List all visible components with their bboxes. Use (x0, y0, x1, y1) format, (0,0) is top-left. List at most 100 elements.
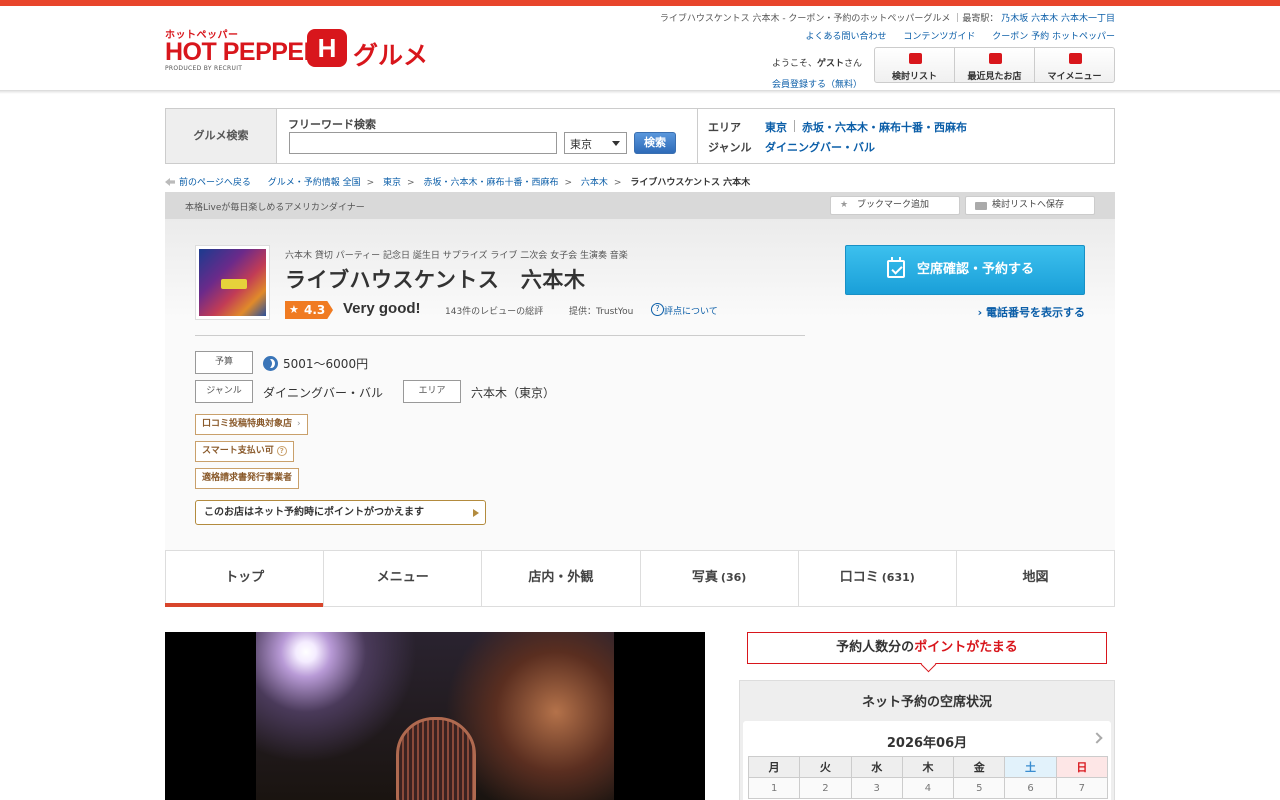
shop-main-photo[interactable] (165, 632, 705, 800)
breadcrumb-item[interactable]: 六本木 (581, 178, 608, 188)
calendar-table: 月 火 水 木 金 土 日 1 2 3 4 5 6 7 (747, 756, 1109, 799)
dinner-moon-icon (263, 356, 278, 371)
search-button[interactable]: 検索 (634, 132, 676, 154)
my-menu-button[interactable]: マイメニュー (1035, 48, 1114, 82)
microphone-image (396, 717, 476, 800)
shop-divider (195, 335, 805, 336)
header-page-title: ライブハウスケントス 六本木 - クーポン・予約のホットペッパーグルメ ｜最寄駅… (659, 14, 1115, 24)
search-divider (697, 109, 698, 163)
header-separator (0, 90, 1280, 94)
point-banner: 予約人数分のポイントがたまる (747, 632, 1107, 664)
hot-pepper-logo[interactable]: ホットペッパー HOT PEPPER PRODUCED BY RECRUIT H… (165, 26, 435, 76)
tab-top[interactable]: トップ (164, 551, 325, 607)
search-label: グルメ検索 (166, 109, 277, 163)
shop-header: 六本木 貸切 パーティー 記念日 誕生日 サプライズ ライブ 二次会 女子会 生… (165, 219, 1115, 550)
weekday-sat: 土 (1004, 756, 1057, 778)
area-value: 六本木（東京） (471, 386, 556, 400)
user-icon (1068, 53, 1082, 64)
review-reward-badge[interactable]: 口コミ投稿特典対象店 › (195, 414, 308, 435)
point-info-button[interactable]: このお店はネット予約時にポイントがつかえます (195, 500, 486, 525)
smart-pay-badge[interactable]: スマート支払い可? (195, 441, 294, 462)
vacancy-title: ネット予約の空席状況 (861, 695, 992, 710)
register-link[interactable]: 会員登録する（無料） (772, 77, 862, 90)
calendar-day[interactable]: 1 (747, 777, 801, 799)
tab-menu[interactable]: メニュー (324, 551, 483, 606)
calendar-check-icon (887, 257, 905, 278)
weekday-fri: 金 (953, 756, 1006, 778)
station-link-0[interactable]: 乃木坂 (1001, 14, 1028, 24)
rating-word: Very good! (343, 300, 421, 317)
area-link-tokyo[interactable]: 東京 (765, 121, 787, 134)
list-icon (975, 202, 987, 210)
score-about-link[interactable]: 評点について (651, 303, 718, 317)
area-link-roppongi[interactable]: 赤坂・六本木・麻布十番・西麻布 (802, 121, 967, 134)
weekday-tue: 火 (799, 756, 852, 778)
back-link[interactable]: 前のページへ戻る (179, 178, 251, 188)
help-icon: ? (276, 446, 287, 456)
logo-main: HOT PEPPER (165, 38, 322, 66)
breadcrumb-item[interactable]: 東京 (383, 178, 401, 188)
calendar-day[interactable]: 6 (1004, 777, 1057, 799)
save-list-button[interactable]: 検討リストへ保存 (965, 196, 1095, 215)
logo-h-icon: H (307, 29, 347, 67)
station-link-2[interactable]: 六本木一丁目 (1061, 14, 1115, 24)
calendar-day[interactable]: 5 (953, 777, 1006, 799)
history-icon (988, 53, 1002, 64)
freeword-input[interactable] (289, 132, 557, 154)
header-links: よくある問い合わせ コンテンツガイド クーポン 予約 ホットペッパー (791, 29, 1115, 42)
shop-name: ライブハウスケントス 六本木 (285, 268, 586, 292)
chevron-right-icon: › (297, 419, 301, 429)
vacancy-calendar: ネット予約の空席状況 2026年06月 月 火 水 木 金 土 日 1 2 3 … (739, 680, 1115, 800)
area-label: エリア (403, 380, 461, 403)
budget-value: 5001～6000円 (263, 355, 368, 372)
budget-label: 予算 (195, 351, 253, 374)
rating-provider: 提供：TrustYou (569, 307, 634, 317)
breadcrumb-item[interactable]: グルメ・予約情報 全国 (268, 178, 361, 188)
site-header: ホットペッパー HOT PEPPER PRODUCED BY RECRUIT H… (165, 6, 1115, 90)
rating-badge: 4.3 (285, 301, 333, 319)
reserve-button[interactable]: 空席確認・予約する (845, 245, 1085, 295)
prefecture-select[interactable]: 東京 (564, 132, 627, 154)
calendar-day[interactable]: 2 (799, 777, 852, 799)
calendar-day[interactable]: 7 (1055, 777, 1109, 799)
tab-photos[interactable]: 写真 (36) (641, 551, 799, 606)
tab-interior[interactable]: 店内・外観 (482, 551, 641, 606)
faq-link[interactable]: よくある問い合わせ (805, 32, 886, 42)
shop-tags: 六本木 貸切 パーティー 記念日 誕生日 サプライズ ライブ 二次会 女子会 生… (285, 251, 628, 261)
show-tel-link[interactable]: › 電話番号を表示する (978, 304, 1085, 320)
back-arrow-icon (165, 178, 175, 186)
genre-link[interactable]: ダイニングバー・バル (765, 141, 875, 154)
breadcrumb-item[interactable]: 赤坂・六本木・麻布十番・西麻布 (423, 178, 558, 188)
shop-catchphrase: 本格Liveが毎日楽しめるアメリカンダイナー (185, 203, 365, 213)
shop-thumbnail[interactable] (195, 245, 270, 320)
weekday-mon: 月 (747, 756, 801, 778)
genre-value: ダイニングバー・バル (263, 386, 384, 400)
weekday-thu: 木 (901, 756, 955, 778)
station-label: 最寄駅： (962, 14, 999, 24)
list-icon (908, 53, 922, 64)
genre-label: ジャンル (195, 380, 253, 403)
welcome-text: ようこそ、ゲストさん (771, 59, 862, 69)
guest-name: ゲスト (816, 59, 844, 69)
calendar-day[interactable]: 4 (901, 777, 955, 799)
breadcrumb: 前のページへ戻る グルメ・予約情報 全国 > 東京 > 赤坂・六本木・麻布十番・西麻… (165, 175, 1115, 188)
logo-gourmet: グルメ (353, 41, 429, 70)
calendar-day[interactable]: 3 (850, 777, 903, 799)
review-summary: 143件のレビューの総評 (445, 307, 544, 317)
genre-condition: ジャンル ダイニングバー・バル (708, 141, 875, 154)
bookmark-button[interactable]: ★ ブックマーク追加 (830, 196, 960, 215)
content-guide-link[interactable]: コンテンツガイド (903, 32, 975, 42)
tab-reviews[interactable]: 口コミ (631) (799, 551, 957, 606)
tab-map[interactable]: 地図 (957, 551, 1114, 606)
calendar-month: 2026年06月 (886, 736, 968, 751)
station-link-1[interactable]: 六本木 (1031, 14, 1058, 24)
calendar-panel: 2026年06月 月 火 水 木 金 土 日 1 2 3 4 5 6 7 (743, 721, 1111, 800)
consider-list-button[interactable]: 検討リスト (875, 48, 955, 82)
coupon-link[interactable]: クーポン 予約 ホットペッパー (992, 32, 1115, 42)
invoice-badge: 適格請求書発行事業者 (195, 468, 300, 489)
header-nav-buttons: 検討リスト 最近見たお店 マイメニュー (874, 47, 1115, 83)
recent-shops-button[interactable]: 最近見たお店 (955, 48, 1035, 82)
weekday-wed: 水 (850, 756, 903, 778)
star-icon: ★ (840, 200, 849, 210)
page-title-text: ライブハウスケントス 六本木 - クーポン・予約のホットペッパーグルメ (659, 14, 951, 24)
